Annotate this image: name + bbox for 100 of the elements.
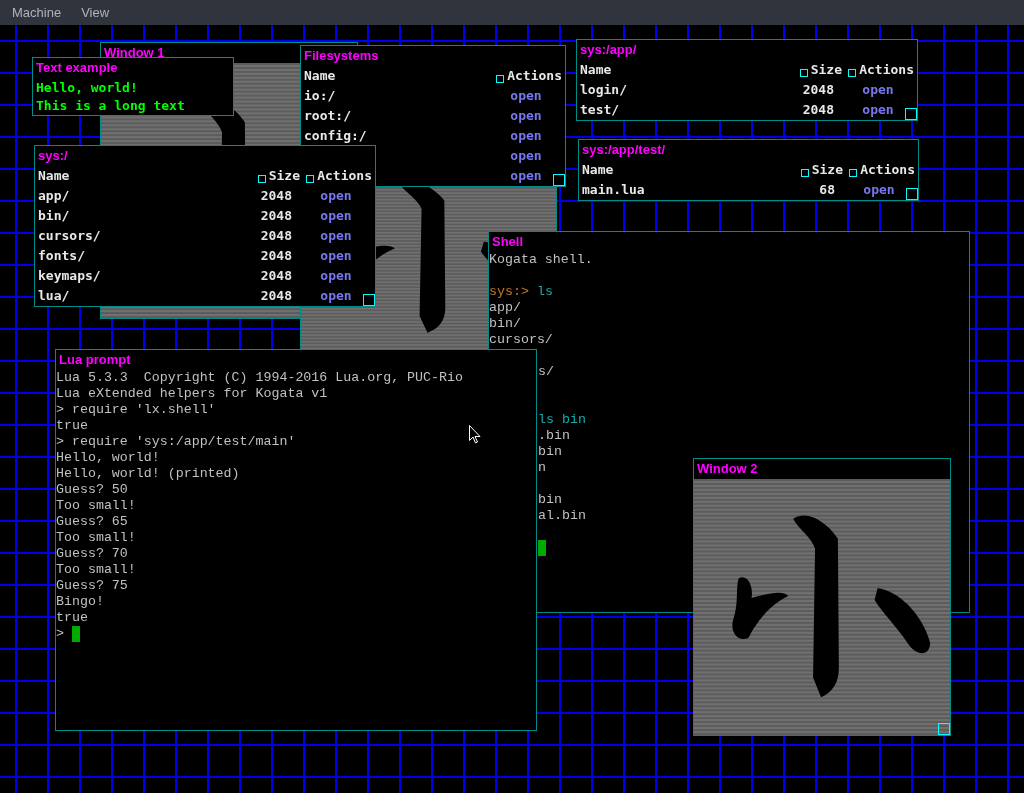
mouse-pointer-icon bbox=[469, 425, 481, 444]
output-line: Guess? 50 bbox=[56, 482, 128, 497]
column-header: Actions bbox=[507, 67, 562, 86]
output-line: Too small! bbox=[56, 498, 136, 513]
output-line: bin bbox=[538, 492, 562, 507]
open-link[interactable]: open bbox=[510, 168, 542, 184]
output-line: true bbox=[56, 610, 88, 625]
resize-handle[interactable] bbox=[905, 108, 917, 120]
output-line: > require 'lx.shell' bbox=[56, 402, 216, 417]
window-title: Filesystems bbox=[303, 47, 380, 66]
file-size: 2048 bbox=[260, 228, 292, 244]
output-line: > require 'sys:/app/test/main' bbox=[56, 434, 296, 449]
command-text: ls bin bbox=[538, 412, 586, 427]
open-link[interactable]: open bbox=[320, 188, 352, 204]
output-line: Kogata shell. bbox=[489, 252, 593, 267]
output-line: Lua eXtended helpers for Kogata v1 bbox=[56, 386, 328, 401]
resize-handle[interactable] bbox=[906, 188, 918, 200]
open-link[interactable]: open bbox=[320, 268, 352, 284]
output-line: Too small! bbox=[56, 530, 136, 545]
file-name: test/ bbox=[580, 102, 620, 118]
column-header: Actions bbox=[317, 167, 372, 186]
open-link[interactable]: open bbox=[510, 108, 542, 124]
output-line: n bbox=[538, 460, 546, 475]
open-link[interactable]: open bbox=[863, 182, 895, 198]
column-header: Actions bbox=[860, 161, 915, 180]
open-link[interactable]: open bbox=[320, 248, 352, 264]
file-name: lua/ bbox=[38, 288, 70, 304]
resize-handle[interactable] bbox=[553, 174, 565, 186]
output-line: true bbox=[56, 418, 88, 433]
file-name: config:/ bbox=[304, 128, 367, 144]
column-header: Name bbox=[582, 161, 614, 180]
column-handle[interactable] bbox=[849, 168, 858, 177]
shell-prompt: > bbox=[56, 626, 64, 641]
column-header: Size bbox=[810, 61, 842, 80]
open-link[interactable]: open bbox=[320, 228, 352, 244]
output-line: Too small! bbox=[56, 562, 136, 577]
resize-handle[interactable] bbox=[363, 294, 375, 306]
output-line: Guess? 65 bbox=[56, 514, 128, 529]
output-line: .bin bbox=[538, 428, 570, 443]
column-header: Name bbox=[304, 67, 336, 86]
open-link[interactable]: open bbox=[320, 288, 352, 304]
open-link[interactable]: open bbox=[320, 208, 352, 224]
column-handle[interactable] bbox=[848, 68, 857, 77]
text-cursor bbox=[538, 540, 546, 556]
output-line: al.bin bbox=[538, 508, 586, 523]
window-title: Window 2 bbox=[696, 460, 759, 479]
column-handle[interactable] bbox=[306, 174, 315, 183]
output-line: Lua 5.3.3 Copyright (C) 1994-2016 Lua.org, PUC-Rio bbox=[56, 370, 463, 385]
output-line: bin bbox=[538, 444, 562, 459]
file-size: 2048 bbox=[802, 82, 834, 98]
output-line: bin/ bbox=[489, 316, 521, 331]
column-header: Name bbox=[38, 167, 70, 186]
file-size: 2048 bbox=[260, 208, 292, 224]
menu-item[interactable]: View bbox=[73, 0, 118, 25]
text-cursor bbox=[72, 626, 80, 642]
file-size: 2048 bbox=[260, 268, 292, 284]
column-handle[interactable] bbox=[799, 68, 808, 77]
file-name: root:/ bbox=[304, 108, 351, 124]
output-line: Guess? 75 bbox=[56, 578, 128, 593]
output-line: Guess? 70 bbox=[56, 546, 128, 561]
file-size: 2048 bbox=[802, 102, 834, 118]
file-name: main.lua bbox=[582, 182, 645, 198]
window-title: sys:/app/ bbox=[579, 41, 638, 60]
open-link[interactable]: open bbox=[510, 128, 542, 144]
window-title: Lua prompt bbox=[58, 351, 132, 370]
file-size: 2048 bbox=[260, 288, 292, 304]
open-link[interactable]: open bbox=[510, 88, 542, 104]
file-name: io:/ bbox=[304, 88, 336, 104]
open-link[interactable]: open bbox=[862, 102, 894, 118]
column-header: Name bbox=[580, 61, 612, 80]
output-line: Hello, world! (printed) bbox=[56, 466, 240, 481]
text-line: Hello, world! bbox=[35, 79, 139, 96]
open-link[interactable]: open bbox=[510, 148, 542, 164]
column-header: Size bbox=[811, 161, 843, 180]
column-handle[interactable] bbox=[496, 74, 505, 83]
column-header: Size bbox=[268, 167, 300, 186]
text-line: This is a long text bbox=[35, 97, 186, 114]
output-line: app/ bbox=[489, 300, 521, 315]
window-title: Shell bbox=[491, 233, 525, 252]
file-name: login/ bbox=[580, 82, 627, 98]
file-size: 2048 bbox=[260, 188, 292, 204]
file-name: bin/ bbox=[38, 208, 70, 224]
file-name: fonts/ bbox=[38, 248, 85, 264]
window-title: sys:/ bbox=[37, 147, 69, 166]
resize-handle[interactable] bbox=[938, 723, 950, 735]
output-line: Bingo! bbox=[56, 594, 104, 609]
output-line: s/ bbox=[538, 364, 554, 379]
output-line: cursors/ bbox=[489, 332, 553, 347]
file-name: cursors/ bbox=[38, 228, 101, 244]
open-link[interactable]: open bbox=[862, 82, 894, 98]
file-name: keymaps/ bbox=[38, 268, 101, 284]
file-size: 2048 bbox=[260, 248, 292, 264]
command-text: ls bbox=[536, 284, 553, 299]
file-name: app/ bbox=[38, 188, 70, 204]
column-handle[interactable] bbox=[257, 174, 266, 183]
file-size: 68 bbox=[819, 182, 835, 198]
shell-prompt: sys:> bbox=[489, 284, 529, 299]
column-handle[interactable] bbox=[800, 168, 809, 177]
menu-item[interactable]: Machine bbox=[4, 0, 70, 25]
window-title: sys:/app/test/ bbox=[581, 141, 667, 160]
